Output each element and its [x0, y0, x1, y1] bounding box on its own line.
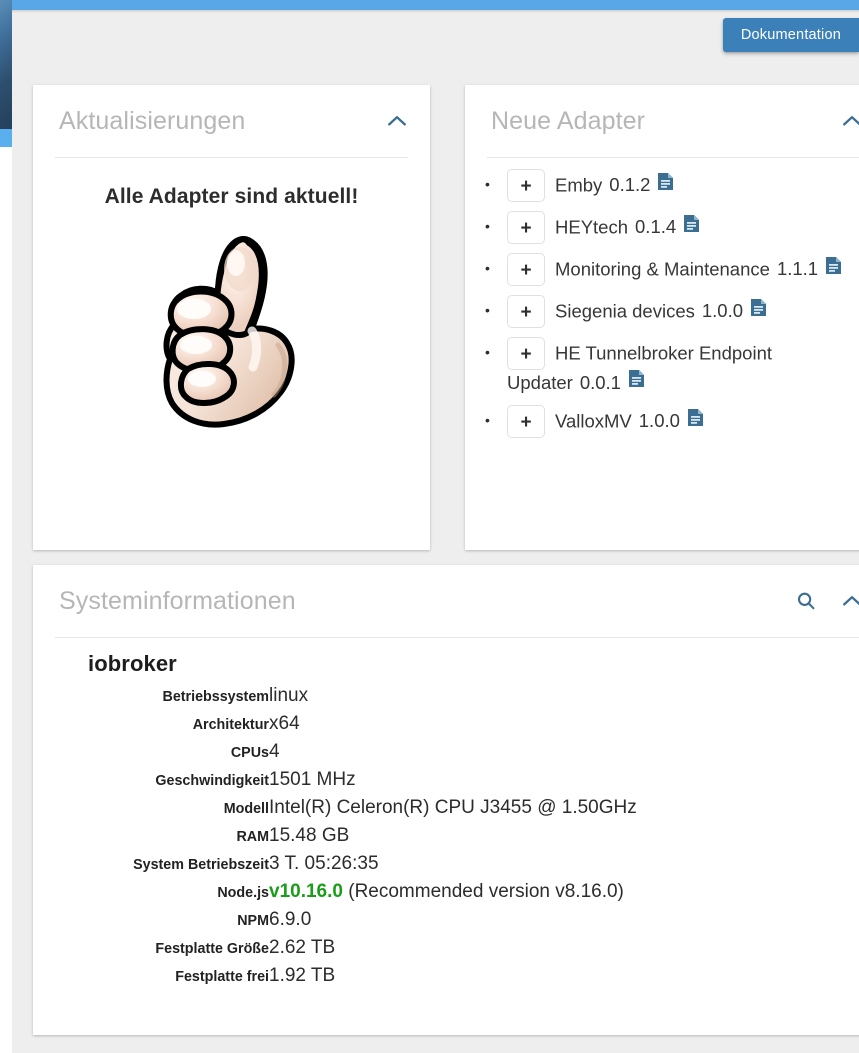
- document-icon[interactable]: [683, 214, 700, 239]
- document-icon[interactable]: [628, 369, 645, 394]
- new-adapters-card-header: Neue Adapter: [465, 85, 859, 157]
- system-information-row: Festplatte Größe 2.62 TB: [33, 937, 637, 965]
- install-adapter-button[interactable]: +: [507, 404, 545, 438]
- app-root: Dokumentation Aktualisierungen Alle Adap…: [0, 0, 859, 1053]
- system-information-value: 2.62 TB: [269, 937, 336, 958]
- node-version-recommended: (Recommended version v8.16.0): [342, 881, 624, 902]
- system-information-value: linux: [269, 685, 309, 706]
- system-information-row: Geschwindigkeit 1501 MHz: [33, 769, 637, 797]
- adapter-name: Monitoring & Maintenance: [555, 258, 770, 280]
- adapter-list-item: + Siegenia devices 1.0.0: [485, 295, 859, 328]
- system-information-card: Systeminformationen iobroker Betriebssys…: [33, 565, 859, 1035]
- system-information-value: 6.9.0: [269, 909, 312, 930]
- adapter-version: 0.1.2: [609, 174, 651, 196]
- system-information-body: iobroker Betriebssystem linux Architektur x…: [33, 637, 859, 993]
- system-information-row: Betriebssystem linux: [33, 685, 637, 713]
- system-information-row: Festplatte frei 1.92 TB: [33, 965, 637, 993]
- system-information-card-divider: [55, 637, 859, 638]
- system-information-row: NPM 6.9.0: [33, 909, 637, 937]
- adapter-name: ValloxMV: [555, 410, 632, 432]
- system-information-value: x64: [269, 713, 300, 734]
- search-icon[interactable]: [795, 590, 817, 612]
- system-information-card-header: Systeminformationen: [33, 565, 859, 637]
- updates-status-message: Alle Adapter sind aktuell!: [104, 185, 359, 208]
- updates-card-header: Aktualisierungen: [33, 85, 430, 157]
- node-version-current: v10.16.0: [269, 881, 343, 902]
- sidebar-lower-edge: [0, 147, 12, 1053]
- adapter-list-item: + Emby 0.1.2: [485, 169, 859, 202]
- new-adapters-card-divider: [487, 157, 859, 158]
- new-adapters-card-actions: [841, 110, 859, 132]
- system-information-card-title: Systeminformationen: [59, 586, 296, 615]
- adapter-name: HEYtech: [555, 216, 629, 238]
- system-information-value: 1501 MHz: [269, 769, 356, 790]
- sidebar-active-item-edge[interactable]: [0, 129, 12, 147]
- top-app-bar-shadow: [12, 10, 859, 13]
- adapter-version: 0.0.1: [579, 371, 621, 393]
- chevron-up-icon[interactable]: [841, 110, 859, 132]
- documentation-button[interactable]: Dokumentation: [722, 18, 859, 52]
- document-icon[interactable]: [687, 408, 704, 433]
- install-adapter-button[interactable]: +: [507, 211, 545, 244]
- system-information-label: Node.js: [217, 885, 269, 901]
- system-information-value: 3 T. 05:26:35: [269, 853, 379, 874]
- system-information-label: Geschwindigkeit: [155, 773, 269, 789]
- system-information-label: Modell: [223, 801, 269, 817]
- chevron-up-icon[interactable]: [841, 590, 859, 612]
- system-information-row: System Betriebszeit 3 T. 05:26:35: [33, 853, 637, 881]
- system-information-value: 15.48 GB: [269, 825, 350, 846]
- adapter-name: Siegenia devices: [555, 300, 695, 322]
- system-information-row: Architektur x64: [33, 713, 637, 741]
- adapter-list-item: + ValloxMV 1.0.0: [485, 404, 859, 438]
- system-information-row: Modell Intel(R) Celeron(R) CPU J3455 @ 1.…: [33, 797, 637, 825]
- system-information-label: Architektur: [192, 717, 269, 733]
- system-information-table: Betriebssystem linux Architektur x64 CPUs 4 Ge…: [33, 685, 637, 993]
- adapter-list-item: + HEYtech 0.1.4: [485, 211, 859, 244]
- adapter-list-item: + Monitoring & Maintenance 1.1.1: [485, 253, 859, 286]
- document-icon[interactable]: [825, 256, 842, 281]
- install-adapter-button[interactable]: +: [507, 337, 545, 370]
- thumbs-up-icon: [163, 236, 295, 428]
- adapter-list: + Emby 0.1.2 + HEYtech 0.1.4 + Monitoring & Mai…: [465, 157, 859, 438]
- host-name: iobroker: [88, 651, 177, 676]
- updates-card: Aktualisierungen Alle Adapter sind aktue…: [33, 85, 430, 550]
- install-adapter-button[interactable]: +: [507, 253, 545, 286]
- document-icon[interactable]: [750, 298, 767, 323]
- system-information-value: 4: [269, 741, 280, 762]
- system-information-label: CPUs: [230, 745, 269, 761]
- system-information-label: Festplatte Größe: [155, 941, 269, 957]
- new-adapters-card: Neue Adapter + Emby 0.1.2 + HEYtech 0.1.4 + Mon…: [465, 85, 859, 550]
- updates-card-actions: [386, 110, 408, 132]
- system-information-label: Festplatte frei: [175, 969, 269, 985]
- system-information-value: v10.16.0 (Recommended version v8.16.0): [269, 881, 637, 909]
- adapter-list-item: +HE Tunnelbroker Endpoint Updater0.0.1: [485, 337, 859, 396]
- adapter-version: 1.1.1: [776, 258, 819, 280]
- adapter-version: 1.0.0: [701, 300, 744, 322]
- thumbs-up-illustration: [33, 221, 430, 445]
- install-adapter-button[interactable]: +: [507, 295, 545, 328]
- install-adapter-button[interactable]: +: [507, 169, 545, 202]
- system-information-value: 1.92 TB: [269, 965, 336, 986]
- updates-card-title: Aktualisierungen: [59, 106, 246, 135]
- system-information-row: Node.js v10.16.0 (Recommended version v8.…: [33, 881, 637, 909]
- system-information-label: Betriebssystem: [162, 689, 270, 705]
- new-adapters-card-title: Neue Adapter: [491, 106, 646, 135]
- document-icon[interactable]: [657, 172, 674, 197]
- adapter-version: 0.1.4: [635, 216, 677, 238]
- updates-card-divider: [55, 157, 408, 158]
- system-information-row: RAM 15.48 GB: [33, 825, 637, 853]
- system-information-value: Intel(R) Celeron(R) CPU J3455 @ 1.50GHz: [269, 797, 637, 818]
- system-information-card-actions: [795, 590, 859, 612]
- system-information-label: RAM: [236, 829, 269, 845]
- chevron-up-icon[interactable]: [386, 110, 408, 132]
- sidebar-edge[interactable]: [0, 0, 12, 129]
- adapter-version: 1.0.0: [638, 410, 680, 432]
- system-information-label: System Betriebszeit: [133, 857, 269, 873]
- system-information-row: CPUs 4: [33, 741, 637, 769]
- updates-card-body: Alle Adapter sind aktuell!: [33, 157, 430, 445]
- system-information-label: NPM: [237, 913, 269, 929]
- top-app-bar: [12, 0, 859, 10]
- adapter-name: Emby: [555, 174, 603, 196]
